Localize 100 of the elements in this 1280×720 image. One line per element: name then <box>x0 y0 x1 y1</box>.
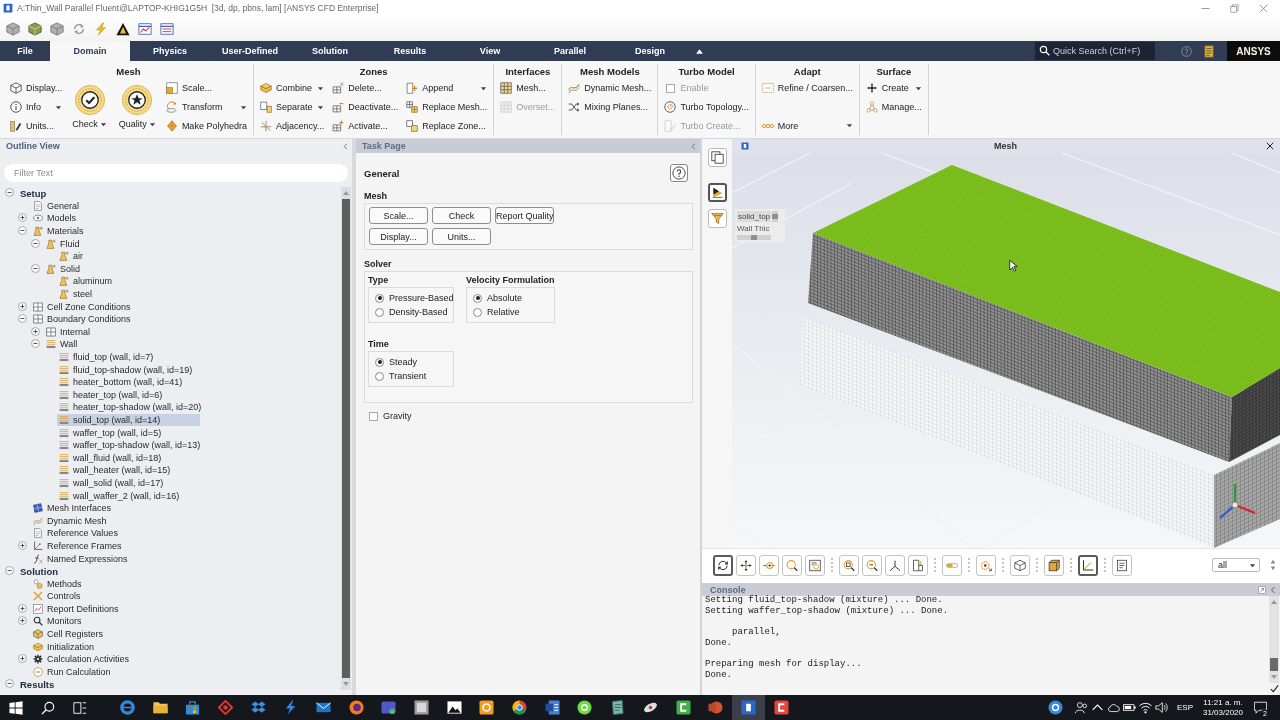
scrollbar-thumb[interactable] <box>1270 658 1278 671</box>
expand-button[interactable] <box>18 654 27 664</box>
tree-item[interactable]: Monitors <box>31 615 84 628</box>
ribbon-button[interactable]: Display... <box>10 79 63 98</box>
push-button[interactable]: Check <box>432 207 491 224</box>
notification-icon[interactable] <box>1253 701 1267 714</box>
collapse-button[interactable] <box>5 566 14 576</box>
ribbon-button[interactable]: Activate... <box>332 116 399 135</box>
toolbar-button[interactable] <box>805 554 825 576</box>
tree-item[interactable]: heater_top-shadow (wall, id=20) <box>57 401 204 414</box>
tree-item[interactable]: Cell Registers <box>31 628 106 641</box>
toolbar-button[interactable] <box>1078 554 1098 576</box>
ribbon-button[interactable]: Mixing Planes... <box>568 97 652 117</box>
tree-item[interactable]: Wall <box>44 338 80 351</box>
tree-item[interactable]: General <box>31 199 82 212</box>
chart-window-icon[interactable] <box>138 21 152 36</box>
tree-item[interactable]: Dynamic Mesh <box>31 514 109 527</box>
ribbon-button[interactable]: Check <box>70 79 109 135</box>
collapse-button[interactable] <box>5 188 14 198</box>
radio-button[interactable] <box>375 307 384 317</box>
tree-item[interactable]: Reference Frames <box>31 539 124 552</box>
tree-item[interactable]: fluid_top-shadow (wall, id=19) <box>57 363 195 376</box>
collapse-button[interactable] <box>31 339 40 349</box>
toolbar-button[interactable] <box>1112 554 1132 576</box>
ribbon-button[interactable]: Make Polyhedra <box>165 116 247 135</box>
ribbon-tab[interactable]: Parallel <box>530 41 610 61</box>
scrollbar[interactable] <box>737 235 771 240</box>
cube-icon[interactable] <box>6 21 20 36</box>
ribbon-tab[interactable]: Domain <box>50 41 130 61</box>
filter-field[interactable]: Filter Text <box>4 164 348 182</box>
tree-item[interactable]: solid_top (wall, id=14) <box>57 414 201 426</box>
ribbon-button[interactable]: Dynamic Mesh... <box>568 79 652 98</box>
tree-item[interactable]: Controls <box>31 590 83 603</box>
tree-item[interactable]: wall_solid (wall, id=17) <box>57 476 166 489</box>
undock-icon[interactable] <box>1258 585 1266 594</box>
tree-item[interactable]: fluid_top (wall, id=7) <box>57 351 156 363</box>
cube-icon[interactable] <box>50 21 64 36</box>
radio-button[interactable] <box>375 293 384 303</box>
ribbon-button[interactable]: Refine / Coarsen... <box>761 79 853 98</box>
tree-item[interactable]: Solution <box>18 565 60 578</box>
ribbon-button[interactable]: Deactivate... <box>332 97 399 117</box>
up-down-arrows-icon[interactable] <box>1270 559 1276 571</box>
triangle-icon[interactable] <box>116 21 130 36</box>
tree-item[interactable]: Report Definitions <box>31 602 121 615</box>
close-icon[interactable] <box>1266 142 1274 150</box>
ribbon-button[interactable]: Create <box>865 79 922 98</box>
expand-button[interactable] <box>31 326 40 336</box>
wifi-icon[interactable] <box>1139 701 1152 714</box>
tree-item[interactable]: Solid <box>44 262 82 275</box>
push-button[interactable]: Units... <box>432 228 491 245</box>
ribbon-button[interactable]: Transform <box>165 97 247 117</box>
tree-item[interactable]: heater_top (wall, id=6) <box>57 388 165 401</box>
toolbar-button[interactable] <box>839 554 859 576</box>
cloud-icon[interactable] <box>1107 701 1120 714</box>
scrollbar-thumb[interactable] <box>342 199 350 678</box>
tree-item[interactable]: air <box>57 250 85 263</box>
tree-item[interactable]: Cell Zone Conditions <box>31 300 133 313</box>
tree-item[interactable]: Named Expressions <box>31 552 130 565</box>
clock-time[interactable]: 11:21 a. m. <box>1203 697 1243 708</box>
tree-item[interactable]: Setup <box>18 187 49 200</box>
tool-button[interactable] <box>707 183 727 202</box>
ribbon-button[interactable]: Info <box>10 97 63 117</box>
ribbon-button[interactable]: Replace Zone... <box>406 116 488 135</box>
tree-item[interactable]: Materials <box>31 225 86 238</box>
ribbon-button[interactable]: Separate <box>259 97 325 117</box>
checkbox[interactable] <box>369 411 378 421</box>
language-indicator[interactable]: ESP <box>1177 703 1193 712</box>
tree-item[interactable]: waffer_top-shadow (wall, id=13) <box>57 439 203 452</box>
people-icon[interactable] <box>1075 701 1088 714</box>
expand-button[interactable] <box>18 616 27 626</box>
tree-item[interactable]: Initialization <box>31 640 97 653</box>
tree-item[interactable]: Reference Values <box>31 527 120 540</box>
notepad-icon[interactable] <box>1203 44 1215 58</box>
toolbar-button[interactable] <box>908 554 928 576</box>
collapse-button[interactable] <box>31 238 40 248</box>
tree-item[interactable]: Fluid <box>44 237 82 250</box>
zone-dropdown[interactable]: solid_top <box>737 211 772 222</box>
expand-button[interactable] <box>18 213 27 223</box>
refresh-icon[interactable] <box>72 21 86 36</box>
ribbon-button[interactable]: Turbo Topology... <box>664 97 749 117</box>
push-button[interactable]: Report Quality <box>495 207 554 224</box>
radio-button[interactable] <box>473 293 482 303</box>
restore-icon[interactable] <box>1230 3 1239 13</box>
push-button[interactable]: Scale... <box>369 207 428 224</box>
help-icon[interactable] <box>1181 45 1192 57</box>
scrollbar[interactable] <box>1269 596 1279 683</box>
expand-button[interactable] <box>18 603 27 613</box>
ribbon-tab[interactable]: Physics <box>130 41 210 61</box>
collapse-button[interactable] <box>5 679 14 689</box>
ribbon-button[interactable]: Delete... <box>332 79 399 98</box>
tree-item[interactable]: steel <box>57 288 94 301</box>
ribbon-button[interactable]: Quality <box>116 79 158 135</box>
tree-item[interactable]: Boundary Conditions <box>31 313 133 326</box>
ribbon-button[interactable]: Units... <box>10 116 63 135</box>
tree-item[interactable]: Mesh Interfaces <box>31 502 114 515</box>
taskbar-button[interactable] <box>732 695 765 720</box>
toolbar-button[interactable] <box>1044 554 1064 576</box>
scrollbar[interactable] <box>341 187 351 690</box>
battery-icon[interactable] <box>1123 701 1136 714</box>
ribbon-button[interactable]: Append <box>406 79 488 98</box>
